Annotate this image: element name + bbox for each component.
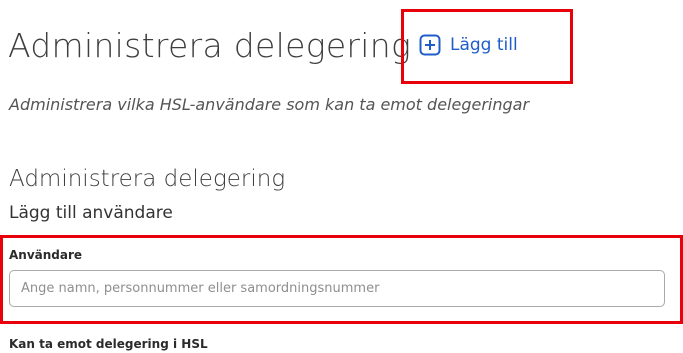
can-receive-delegation-label: Kan ta emot delegering i HSL: [9, 337, 208, 351]
section-subtitle: Lägg till användare: [9, 203, 173, 223]
page: Administrera delegering Lägg till Admini…: [0, 0, 683, 353]
add-button[interactable]: Lägg till: [419, 34, 518, 56]
page-subtitle: Administrera vilka HSL-användare som kan…: [9, 95, 530, 114]
plus-square-icon: [419, 34, 441, 56]
user-field-label: Användare: [9, 248, 83, 262]
page-title: Administrera delegering: [8, 26, 412, 65]
add-button-label: Lägg till: [450, 35, 518, 55]
user-search-input[interactable]: [9, 270, 665, 307]
section-title: Administrera delegering: [9, 166, 286, 192]
